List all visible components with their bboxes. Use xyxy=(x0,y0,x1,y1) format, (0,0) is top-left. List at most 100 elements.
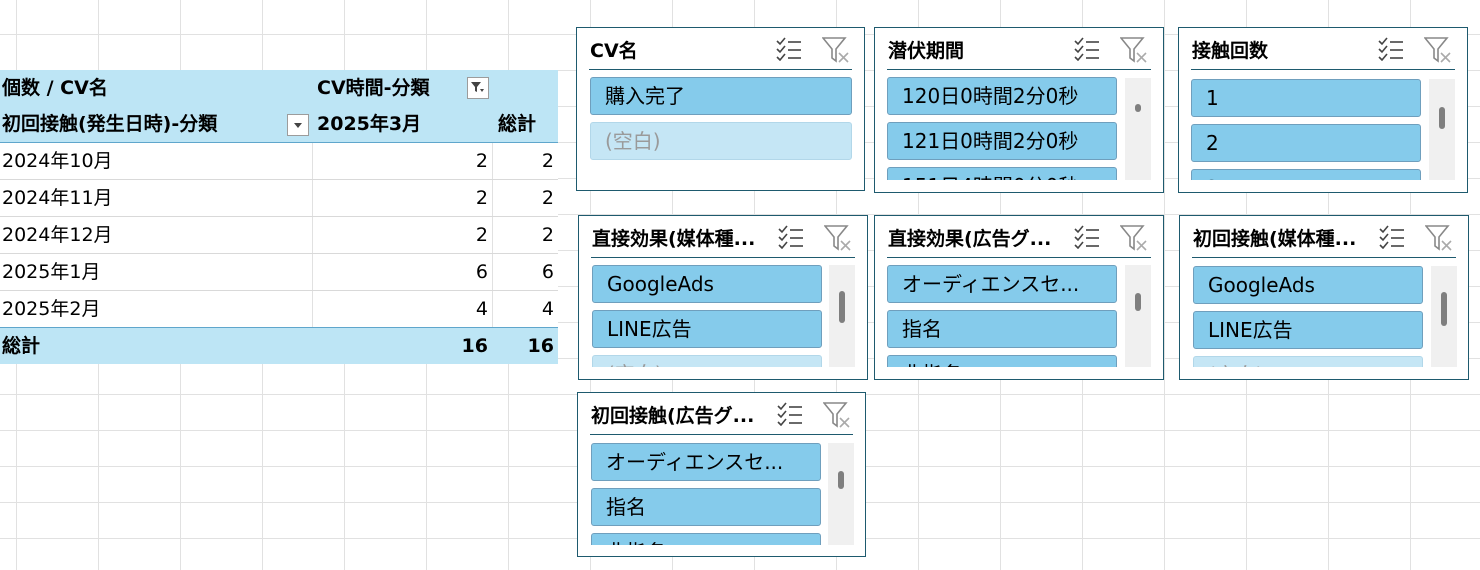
slicer-scrollbar[interactable] xyxy=(1431,266,1457,367)
row-label: 2024年10月 xyxy=(2,150,113,172)
clear-filter-icon[interactable] xyxy=(821,37,850,67)
slicer-title: 直接効果(広告グ... xyxy=(888,228,1052,250)
row-label: 2024年11月 xyxy=(2,187,113,209)
slicer-direct-media[interactable]: 直接効果(媒体種... GoogleAds LINE広告 (空白) xyxy=(578,215,868,380)
pivot-data-row[interactable]: 2024年12月 2 2 xyxy=(0,217,558,254)
slicer-direct-adgroup[interactable]: 直接効果(広告グ... オーディエンスセ... 指名 非指名 xyxy=(874,215,1164,380)
column-field-label: CV時間-分類 xyxy=(317,77,430,99)
slicer-latency[interactable]: 潜伏期間 120日0時間2分0秒 121日0時間2分0秒 151日4時間0分0秒 xyxy=(874,27,1164,193)
row-value: 2 xyxy=(475,150,488,172)
row-total: 2 xyxy=(541,150,554,172)
row-value: 6 xyxy=(475,261,488,283)
slicer-scrollbar[interactable] xyxy=(1125,265,1151,367)
slicer-item[interactable]: オーディエンスセ... xyxy=(591,443,821,481)
clear-filter-icon[interactable] xyxy=(1119,225,1148,255)
column-value-header: 2025年3月 xyxy=(317,113,422,135)
row-total: 2 xyxy=(541,224,554,246)
slicer-item[interactable]: 3 xyxy=(1191,169,1421,180)
grand-total-header: 総計 xyxy=(498,113,537,135)
slicer-scrollbar[interactable] xyxy=(1429,79,1455,180)
pivot-data-row[interactable]: 2025年1月 6 6 xyxy=(0,254,558,291)
slicer-item[interactable]: 121日0時間2分0秒 xyxy=(887,122,1117,160)
grand-total-total: 16 xyxy=(527,335,554,357)
slicer-item[interactable]: (空白) xyxy=(590,122,852,160)
slicer-item[interactable]: 購入完了 xyxy=(590,77,852,115)
slicer-item[interactable]: LINE広告 xyxy=(1193,311,1423,349)
slicer-item[interactable]: 指名 xyxy=(591,488,821,526)
slicer-item[interactable]: (空白) xyxy=(592,355,822,367)
slicer-item[interactable]: 非指名 xyxy=(887,355,1117,367)
filter-applied-icon xyxy=(471,82,484,92)
multi-select-icon[interactable] xyxy=(1378,37,1404,65)
multi-select-icon[interactable] xyxy=(778,225,804,253)
slicer-cv-name[interactable]: CV名 購入完了 (空白) xyxy=(576,27,865,191)
row-total: 2 xyxy=(541,187,554,209)
pivot-data-row[interactable]: 2024年11月 2 2 xyxy=(0,180,558,217)
slicer-item[interactable]: 指名 xyxy=(887,310,1117,348)
pivot-header-row-1: 個数 / CV名 CV時間-分類 xyxy=(0,70,558,106)
clear-filter-icon[interactable] xyxy=(1424,225,1453,255)
slicer-items-viewport: オーディエンスセ... 指名 非指名 xyxy=(591,443,823,545)
slicer-items-viewport: オーディエンスセ... 指名 非指名 xyxy=(887,265,1119,367)
slicer-item[interactable]: 1 xyxy=(1191,79,1421,117)
row-value: 2 xyxy=(475,224,488,246)
pivot-header-row-2: 初回接触(発生日時)-分類 2025年3月 総計 xyxy=(0,106,558,143)
slicer-first-adgroup[interactable]: 初回接触(広告グ... オーディエンスセ... 指名 非指名 xyxy=(577,392,866,557)
multi-select-icon[interactable] xyxy=(1379,225,1405,253)
slicer-title: 接触回数 xyxy=(1192,40,1269,62)
row-value: 2 xyxy=(475,187,488,209)
column-filter-button[interactable] xyxy=(467,77,489,99)
row-label: 2025年1月 xyxy=(2,261,101,283)
scrollbar-thumb[interactable] xyxy=(1439,107,1445,129)
slicer-title: 初回接触(広告グ... xyxy=(591,405,755,427)
grand-total-label: 総計 xyxy=(2,335,41,357)
slicer-item[interactable]: (空白) xyxy=(1193,356,1423,367)
clear-filter-icon[interactable] xyxy=(1119,37,1148,67)
row-total: 4 xyxy=(541,298,554,320)
scrollbar-thumb[interactable] xyxy=(839,291,845,323)
pivot-grand-total-row[interactable]: 総計 16 16 xyxy=(0,327,558,364)
multi-select-icon[interactable] xyxy=(776,37,802,65)
row-field-label: 初回接触(発生日時)-分類 xyxy=(2,113,218,135)
slicer-scrollbar[interactable] xyxy=(1125,78,1151,180)
slicer-item[interactable]: 2 xyxy=(1191,124,1421,162)
slicer-items-viewport: 120日0時間2分0秒 121日0時間2分0秒 151日4時間0分0秒 xyxy=(887,77,1119,180)
row-value: 4 xyxy=(475,298,488,320)
clear-filter-icon[interactable] xyxy=(1423,37,1452,67)
pivot-table[interactable]: 個数 / CV名 CV時間-分類 初回接触(発生日時)-分類 2025年3月 総… xyxy=(0,70,558,364)
slicer-item[interactable]: LINE広告 xyxy=(592,310,822,348)
clear-filter-icon[interactable] xyxy=(822,402,851,432)
slicer-item[interactable]: GoogleAds xyxy=(592,265,822,303)
scrollbar-thumb[interactable] xyxy=(1135,293,1141,311)
slicer-title: 潜伏期間 xyxy=(888,40,965,62)
slicer-item[interactable]: 151日4時間0分0秒 xyxy=(887,167,1117,180)
row-label: 2025年2月 xyxy=(2,298,101,320)
scrollbar-thumb[interactable] xyxy=(1135,104,1141,112)
slicer-items-viewport: GoogleAds LINE広告 (空白) xyxy=(1193,266,1425,367)
scrollbar-thumb[interactable] xyxy=(1441,292,1447,326)
multi-select-icon[interactable] xyxy=(1074,37,1100,65)
slicer-scrollbar[interactable] xyxy=(829,265,855,367)
slicer-item[interactable]: 120日0時間2分0秒 xyxy=(887,77,1117,115)
slicer-first-media[interactable]: 初回接触(媒体種... GoogleAds LINE広告 (空白) xyxy=(1179,215,1469,380)
slicer-title: 初回接触(媒体種... xyxy=(1193,228,1357,250)
row-label: 2024年12月 xyxy=(2,224,113,246)
slicer-scrollbar[interactable] xyxy=(828,443,854,545)
grand-total-value: 16 xyxy=(461,335,488,357)
dropdown-icon xyxy=(294,123,302,128)
slicer-title: CV名 xyxy=(590,40,638,62)
slicer-touch-count[interactable]: 接触回数 1 2 3 xyxy=(1178,27,1468,193)
values-field-label: 個数 / CV名 xyxy=(2,77,108,99)
pivot-data-row[interactable]: 2024年10月 2 2 xyxy=(0,143,558,180)
multi-select-icon[interactable] xyxy=(777,402,803,430)
clear-filter-icon[interactable] xyxy=(823,225,852,255)
slicer-title: 直接効果(媒体種... xyxy=(592,228,756,250)
slicer-item[interactable]: GoogleAds xyxy=(1193,266,1423,304)
slicer-item[interactable]: オーディエンスセ... xyxy=(887,265,1117,303)
multi-select-icon[interactable] xyxy=(1074,225,1100,253)
slicer-item[interactable]: 非指名 xyxy=(591,533,821,545)
scrollbar-thumb[interactable] xyxy=(838,471,844,489)
pivot-data-row[interactable]: 2025年2月 4 4 xyxy=(0,291,558,327)
slicer-items-viewport: GoogleAds LINE広告 (空白) xyxy=(592,265,824,367)
row-filter-button[interactable] xyxy=(287,114,309,136)
